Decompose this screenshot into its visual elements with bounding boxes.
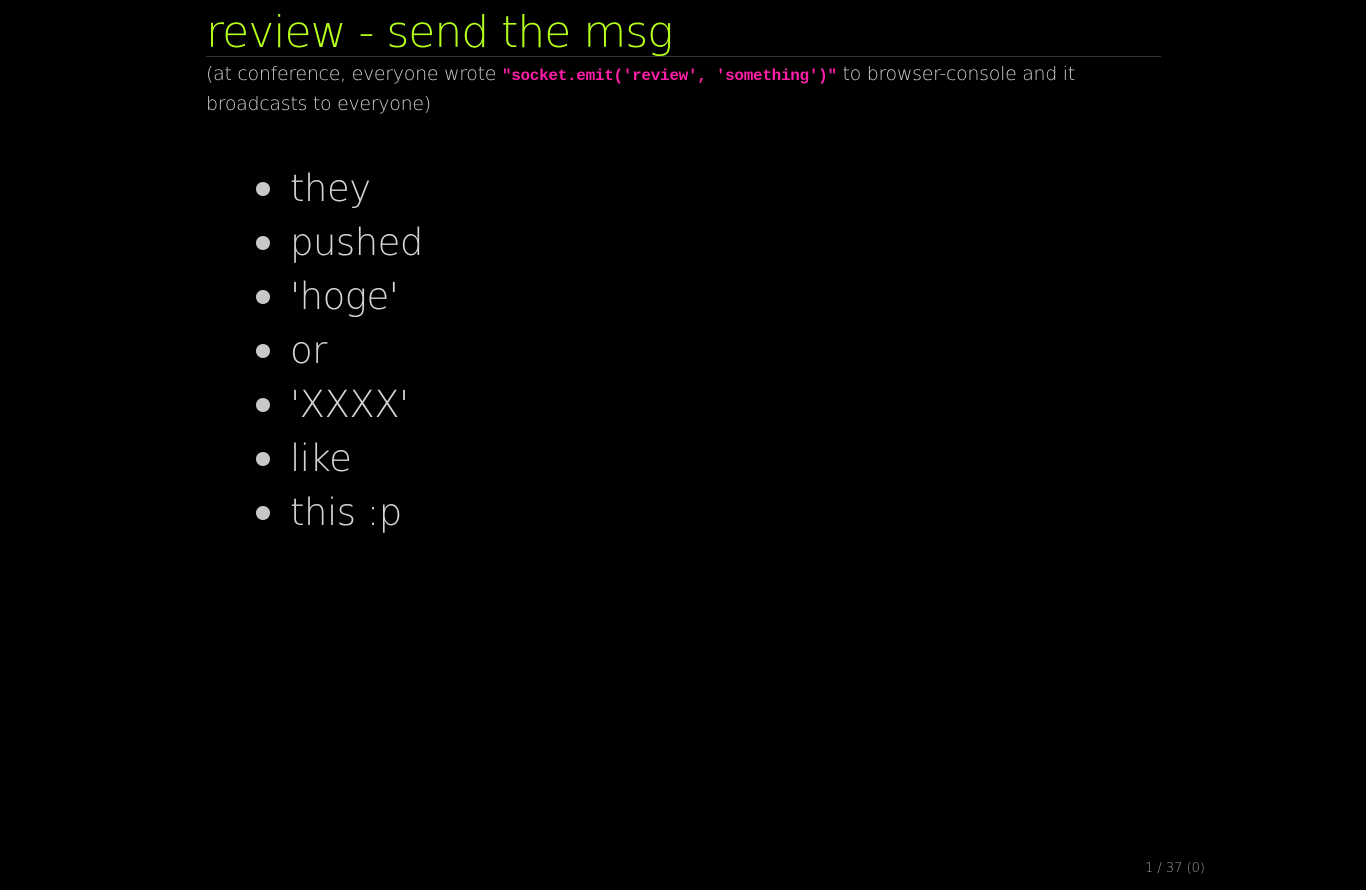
page-counter: 1 / 37 (0) — [1144, 861, 1205, 876]
bullet-item: or — [254, 324, 423, 378]
bullet-text: pushed — [290, 221, 423, 264]
bullet-dot-icon — [256, 452, 270, 466]
bullet-item: like — [254, 432, 423, 486]
bullet-text: or — [290, 329, 327, 372]
subtitle-code: "socket.emit('review', 'something')" — [501, 67, 837, 85]
bullet-text: like — [290, 437, 352, 480]
bullet-item: 'XXXX' — [254, 378, 423, 432]
bullet-dot-icon — [256, 236, 270, 250]
bullet-dot-icon — [256, 290, 270, 304]
subtitle-prefix: (at conference, everyone wrote — [206, 63, 502, 85]
bullet-text: this :p — [290, 491, 402, 534]
bullet-dot-icon — [256, 182, 270, 196]
bullet-dot-icon — [256, 506, 270, 520]
bullet-item: pushed — [254, 216, 423, 270]
bullet-text: 'XXXX' — [290, 383, 409, 426]
bullet-list: they pushed 'hoge' or 'XXXX' like this :… — [254, 162, 423, 540]
bullet-text: 'hoge' — [290, 275, 399, 318]
slide-subtitle: (at conference, everyone wrote "socket.e… — [206, 57, 1161, 118]
bullet-item: 'hoge' — [254, 270, 423, 324]
bullet-item: this :p — [254, 486, 423, 540]
slide-title: review - send the msg — [206, 0, 1161, 58]
bullet-text: they — [290, 167, 371, 210]
bullet-item: they — [254, 162, 423, 216]
slide: review - send the msg (at conference, ev… — [206, 0, 1161, 890]
bullet-dot-icon — [256, 344, 270, 358]
bullet-dot-icon — [256, 398, 270, 412]
